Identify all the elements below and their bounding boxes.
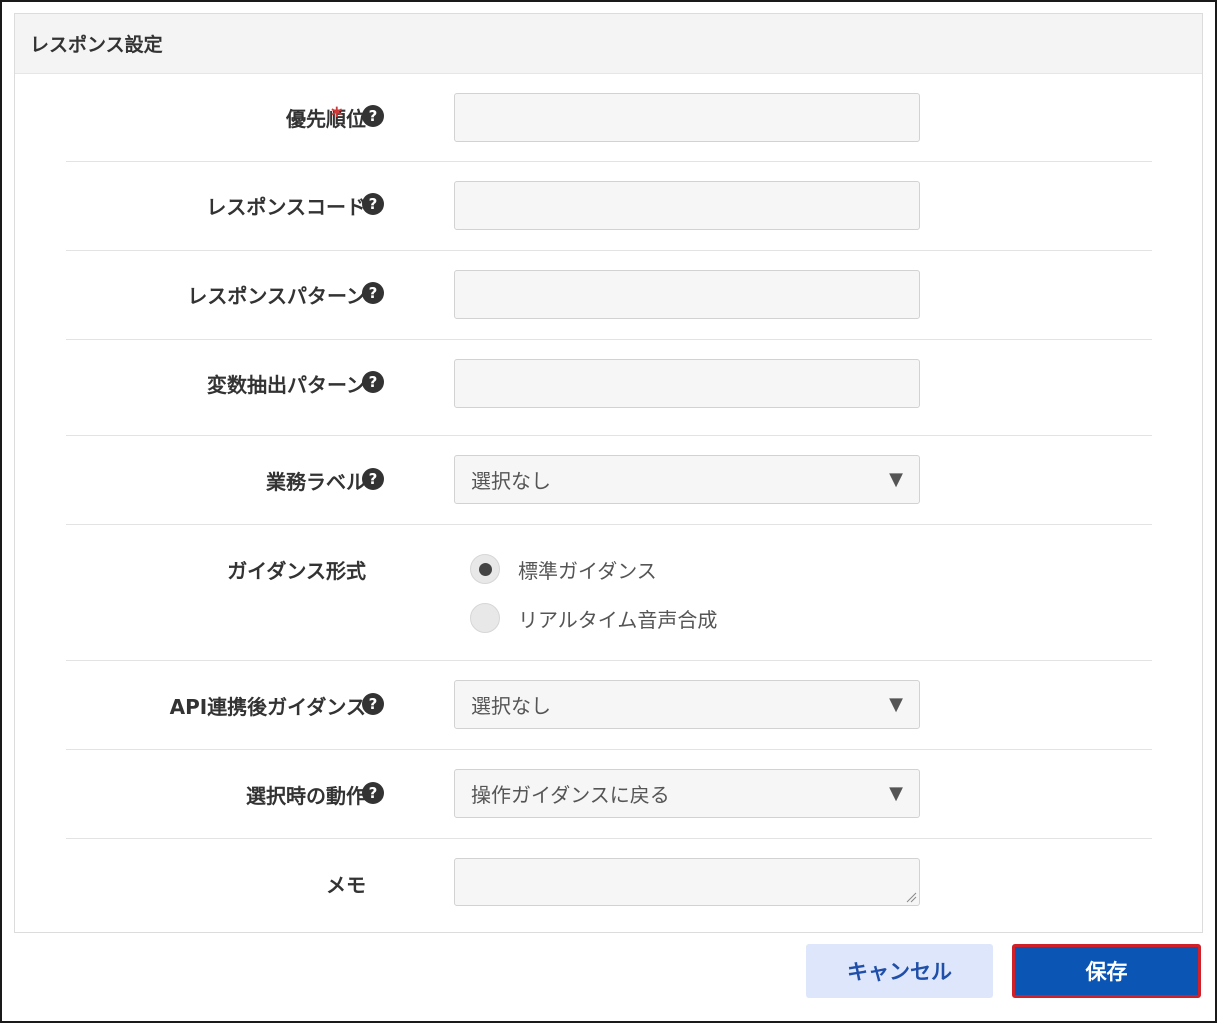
- priority-label: 優先順位: [286, 107, 366, 131]
- chevron-down-icon: ▼: [889, 469, 903, 490]
- variable-pattern-label: 変数抽出パターン: [207, 373, 366, 397]
- business-label-label: 業務ラベル: [266, 470, 366, 494]
- memo-textarea[interactable]: [454, 858, 920, 906]
- business-label-selected: 選択なし: [471, 469, 551, 493]
- response-code-input[interactable]: [454, 181, 920, 230]
- form-row-select-action: 選択時の動作 ? 操作ガイダンスに戻る ▼: [66, 750, 1152, 839]
- form-row-memo: メモ: [66, 839, 1152, 929]
- cancel-button[interactable]: キャンセル: [806, 944, 993, 998]
- api-guidance-label: API連携後ガイダンス: [169, 695, 366, 719]
- variable-pattern-input[interactable]: [454, 359, 920, 408]
- radio-standard-guidance[interactable]: 標準ガイダンス: [470, 554, 657, 584]
- form-row-api-guidance: API連携後ガイダンス ? 選択なし ▼: [66, 661, 1152, 750]
- response-pattern-input[interactable]: [454, 270, 920, 319]
- response-pattern-label: レスポンスパターン: [187, 284, 366, 308]
- form-row-variable-pattern: 変数抽出パターン ?: [66, 340, 1152, 436]
- form-row-response-pattern: レスポンスパターン ?: [66, 251, 1152, 340]
- form-row-response-code: レスポンスコード ?: [66, 162, 1152, 251]
- chevron-down-icon: ▼: [889, 694, 903, 715]
- radio-realtime-synthesis[interactable]: リアルタイム音声合成: [470, 603, 717, 633]
- resize-handle-icon[interactable]: [905, 891, 917, 903]
- api-guidance-select[interactable]: 選択なし ▼: [454, 680, 920, 729]
- response-code-label: レスポンスコード: [206, 195, 366, 219]
- select-action-label: 選択時の動作: [246, 784, 366, 808]
- radio-button[interactable]: [470, 603, 500, 633]
- help-icon[interactable]: ?: [362, 193, 384, 215]
- business-label-select[interactable]: 選択なし ▼: [454, 455, 920, 504]
- panel-title: レスポンス設定: [15, 14, 1202, 74]
- form-row-priority: 優先順位 * ?: [66, 74, 1152, 162]
- form-row-business-label: 業務ラベル ? 選択なし ▼: [66, 436, 1152, 525]
- select-action-selected: 操作ガイダンスに戻る: [471, 783, 670, 807]
- api-guidance-selected: 選択なし: [471, 694, 551, 718]
- help-icon[interactable]: ?: [362, 693, 384, 715]
- form-row-guidance-format: ガイダンス形式 標準ガイダンス リアルタイム音声合成: [66, 525, 1152, 661]
- priority-input[interactable]: [454, 93, 920, 142]
- guidance-format-label: ガイダンス形式: [227, 559, 366, 583]
- response-settings-panel: レスポンス設定 優先順位 * ? レスポンスコード ? レスポンスパターン ? …: [14, 13, 1203, 933]
- memo-label: メモ: [326, 873, 366, 897]
- chevron-down-icon: ▼: [889, 783, 903, 804]
- help-icon[interactable]: ?: [362, 105, 384, 127]
- select-action-select[interactable]: 操作ガイダンスに戻る ▼: [454, 769, 920, 818]
- help-icon[interactable]: ?: [362, 282, 384, 304]
- help-icon[interactable]: ?: [362, 782, 384, 804]
- help-icon[interactable]: ?: [362, 371, 384, 393]
- radio-button-checked[interactable]: [470, 554, 500, 584]
- save-button[interactable]: 保存: [1012, 944, 1201, 998]
- help-icon[interactable]: ?: [362, 468, 384, 490]
- radio-label: リアルタイム音声合成: [518, 607, 718, 632]
- required-mark: *: [331, 104, 343, 129]
- radio-label: 標準ガイダンス: [518, 558, 657, 583]
